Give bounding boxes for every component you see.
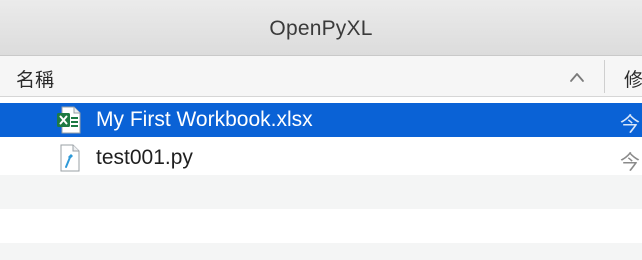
column-header-date-modified[interactable]: 修 <box>624 65 642 92</box>
empty-row <box>0 243 642 260</box>
window-title: OpenPyXL <box>269 17 373 40</box>
file-date: 今 <box>620 152 640 174</box>
excel-file-icon <box>57 106 81 134</box>
file-row-python[interactable]: test001.py 今 <box>0 141 642 175</box>
python-file-icon <box>60 144 80 172</box>
file-name: My First Workbook.xlsx <box>96 108 313 131</box>
column-header-name[interactable]: 名稱 <box>16 65 54 92</box>
empty-row <box>0 175 642 209</box>
file-name: test001.py <box>96 146 193 169</box>
chevron-up-icon[interactable] <box>569 71 585 83</box>
empty-row <box>0 209 642 243</box>
file-date: 今 <box>620 114 640 136</box>
window-titlebar[interactable]: OpenPyXL <box>0 0 642 56</box>
file-row-workbook[interactable]: My First Workbook.xlsx 今 <box>0 103 642 137</box>
column-divider[interactable] <box>604 60 605 93</box>
column-header: 名稱 修 <box>0 56 642 97</box>
